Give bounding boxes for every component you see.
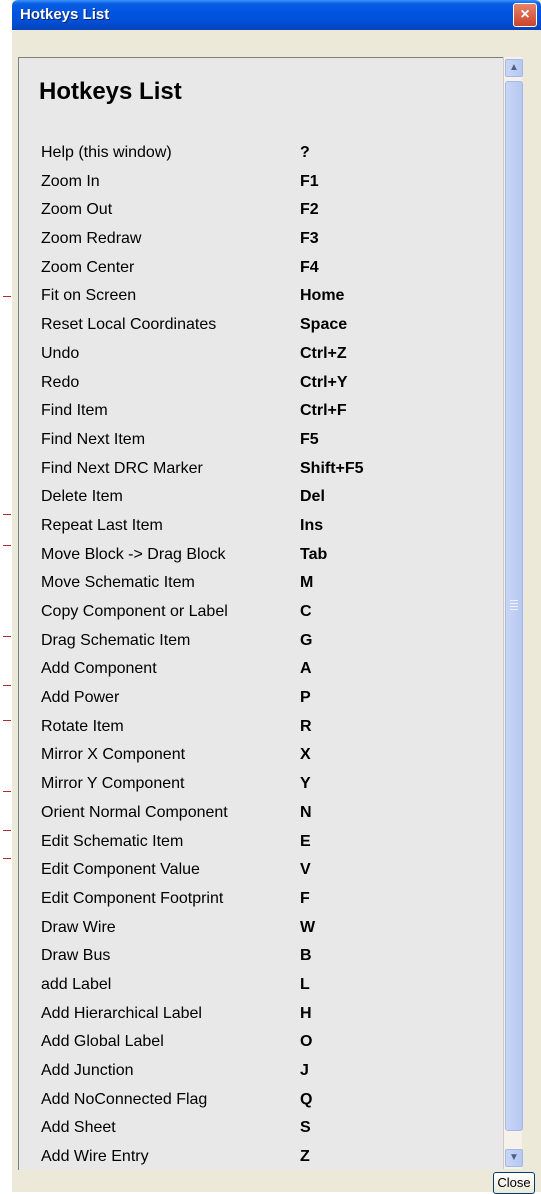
scroll-up-button[interactable]: ▲ xyxy=(505,59,523,77)
hotkey-key: F5 xyxy=(300,430,319,448)
hotkey-key: Space xyxy=(300,316,348,334)
hotkey-action: Mirror Y Component xyxy=(41,775,185,793)
hotkey-key: X xyxy=(300,746,311,764)
hotkey-action: Add NoConnected Flag xyxy=(41,1090,208,1108)
hotkey-action: Add Sheet xyxy=(41,1119,116,1137)
hotkey-action: Mirror X Component xyxy=(41,746,186,764)
hotkey-key: J xyxy=(300,1062,309,1079)
hotkey-key: Ctrl+Z xyxy=(300,344,347,362)
thumb-grip xyxy=(510,603,518,604)
hotkey-key: Z xyxy=(300,1148,310,1166)
hotkey-key: F4 xyxy=(300,258,319,276)
hotkey-action: Add Component xyxy=(41,660,157,678)
hotkey-action: Repeat Last Item xyxy=(41,516,163,534)
hotkey-action: Find Item xyxy=(41,402,108,420)
hotkey-key: F2 xyxy=(300,201,319,219)
hotkey-key: Y xyxy=(300,775,311,793)
hotkey-key: Del xyxy=(300,488,325,506)
hotkey-action: Reset Local Coordinates xyxy=(41,316,217,334)
hotkey-action: Edit Component Footprint xyxy=(41,889,224,907)
hotkey-action: Add Hierarchical Label xyxy=(41,1004,202,1022)
hotkey-key: N xyxy=(300,803,312,821)
hotkeys-content: Hotkeys List Help (this window)? Zoom In F… xyxy=(18,57,503,1170)
thumb-grip xyxy=(510,609,518,610)
hotkey-key: A xyxy=(300,660,312,678)
hotkey-action: Add Junction xyxy=(41,1062,134,1079)
background-tick xyxy=(3,636,11,637)
hotkey-key: Ctrl+F xyxy=(300,402,347,420)
hotkey-key: H xyxy=(300,1004,312,1022)
hotkey-key: O xyxy=(300,1033,313,1051)
hotkey-action: Zoom Out xyxy=(41,201,113,219)
hotkey-action: Edit Component Value xyxy=(41,861,200,879)
hotkey-key: L xyxy=(300,975,310,993)
hotkey-key: F1 xyxy=(300,172,319,190)
hotkey-action: Copy Component or Label xyxy=(41,603,228,620)
background-tick xyxy=(3,858,11,859)
hotkey-action: Edit Schematic Item xyxy=(41,832,184,850)
hotkey-key: Home xyxy=(300,287,345,305)
hotkey-key: Shift+F5 xyxy=(300,459,364,477)
hotkey-action: Zoom Redraw xyxy=(41,230,142,248)
hotkey-action: Draw Wire xyxy=(41,918,116,936)
hotkey-action: Draw Bus xyxy=(41,947,111,965)
hotkey-key: S xyxy=(300,1119,311,1137)
background-tick xyxy=(3,791,11,792)
hotkey-action: add Label xyxy=(41,975,112,993)
hotkey-action: Find Next DRC Marker xyxy=(41,459,203,477)
hotkey-action: Drag Schematic Item xyxy=(41,631,191,649)
hotkey-action: Fit on Screen xyxy=(41,287,137,305)
hotkey-action: Move Schematic Item xyxy=(41,574,195,592)
hotkey-key: Tab xyxy=(300,545,328,563)
hotkey-action: Find Next Item xyxy=(41,430,146,448)
hotkey-key: M xyxy=(300,574,314,592)
scrollbar-thumb[interactable] xyxy=(505,81,523,1131)
page-title: Hotkeys List xyxy=(39,78,182,105)
hotkey-action: Move Block -> Drag Block xyxy=(41,545,226,563)
hotkey-action: Delete Item xyxy=(41,488,123,506)
hotkeys-window: Hotkeys List × Hotkeys List Help (this w… xyxy=(12,0,541,1194)
thumb-grip xyxy=(510,600,518,601)
hotkey-key: F3 xyxy=(300,230,319,248)
hotkey-action: Add Wire Entry xyxy=(41,1148,149,1166)
hotkey-key: F xyxy=(300,889,310,907)
hotkey-action: Rotate Item xyxy=(41,717,124,735)
hotkey-key: R xyxy=(300,717,312,735)
scroll-down-button[interactable]: ▼ xyxy=(505,1149,523,1167)
hotkey-action: Help (this window) xyxy=(41,144,172,161)
hotkey-key: Q xyxy=(300,1090,313,1108)
background-tick xyxy=(3,296,11,297)
hotkey-action: Add Power xyxy=(41,689,120,707)
hotkey-key: B xyxy=(300,947,312,965)
hotkey-key: P xyxy=(300,689,311,707)
close-button[interactable]: Close xyxy=(493,1172,535,1194)
background-tick xyxy=(3,720,11,721)
hotkey-key: G xyxy=(300,631,313,649)
background-tick xyxy=(3,514,11,515)
background-tick xyxy=(3,685,11,686)
hotkey-key: E xyxy=(300,832,311,850)
background-tick xyxy=(3,545,11,546)
hotkey-key: Ctrl+Y xyxy=(300,373,348,391)
window-title: Hotkeys List xyxy=(20,6,110,23)
thumb-grip xyxy=(510,606,518,607)
vertical-scrollbar[interactable]: ▲ ▼ xyxy=(503,57,523,1169)
hotkey-action: Undo xyxy=(41,344,80,362)
hotkey-key: V xyxy=(300,861,311,879)
close-icon[interactable]: × xyxy=(513,3,537,27)
dialog-footer: Close xyxy=(12,1170,541,1194)
hotkey-action: Orient Normal Component xyxy=(41,803,228,821)
hotkey-action: Zoom Center xyxy=(41,258,135,276)
title-bar[interactable]: Hotkeys List × xyxy=(12,0,541,30)
hotkey-action: Redo xyxy=(41,373,80,391)
hotkey-key: C xyxy=(300,603,312,620)
hotkey-key: Ins xyxy=(300,516,324,534)
hotkey-key: ? xyxy=(300,144,310,161)
hotkey-action: Zoom In xyxy=(41,172,100,190)
hotkey-key: W xyxy=(300,918,316,936)
background-window-edge xyxy=(0,0,12,1192)
background-tick xyxy=(3,830,11,831)
hotkey-action: Add Global Label xyxy=(41,1033,164,1051)
